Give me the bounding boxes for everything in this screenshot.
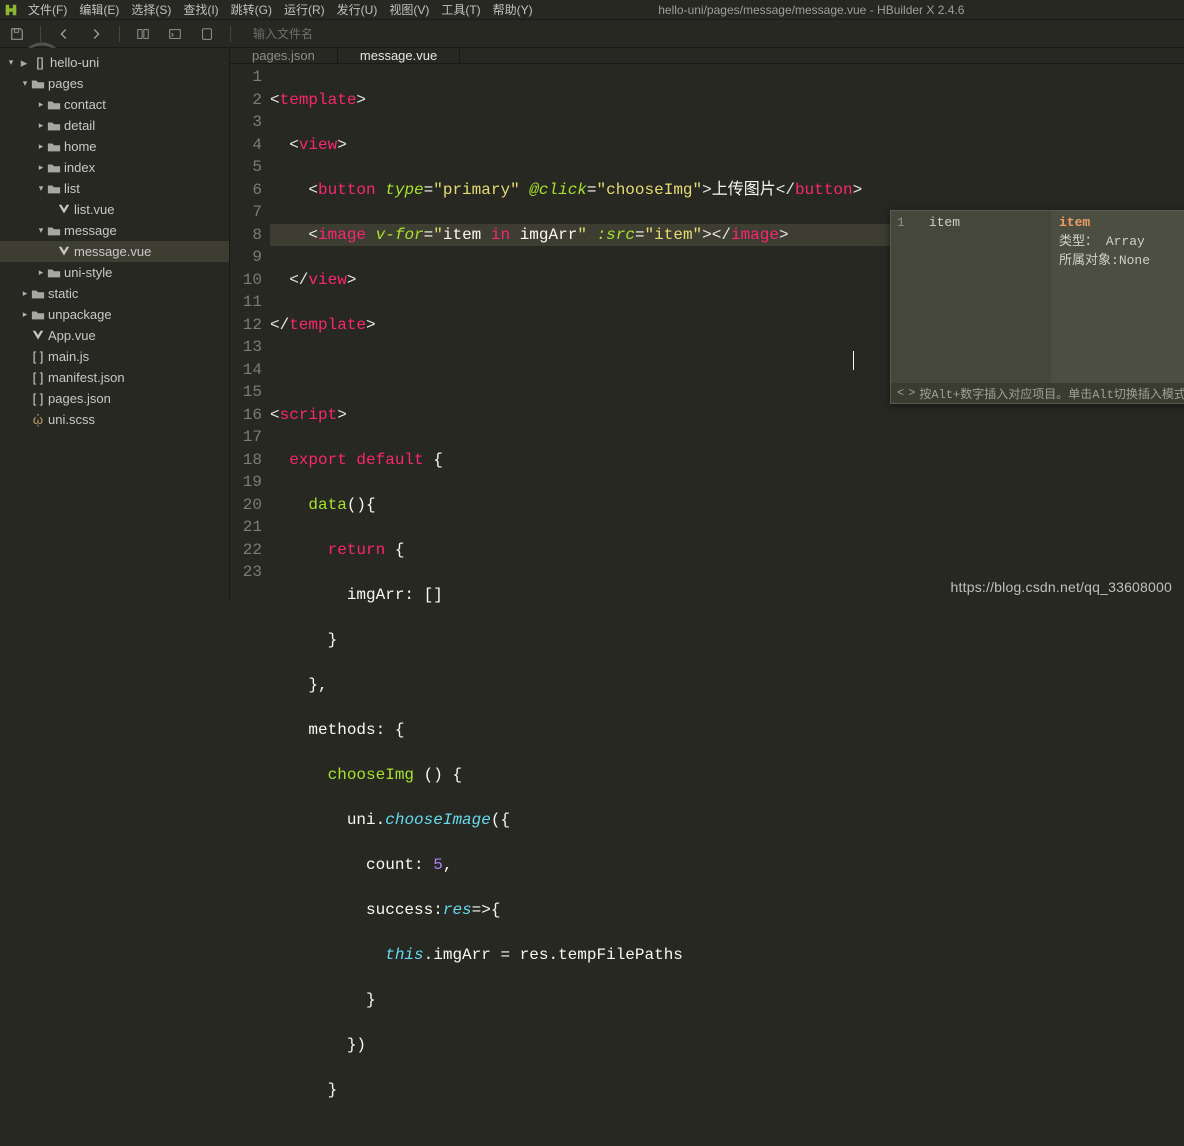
menu-view[interactable]: 视图(V) — [383, 1, 435, 18]
tree-folder-unistyle[interactable]: ▸uni-style — [0, 262, 229, 283]
autocomplete-hint: 按Alt+数字插入对应项目。单击Alt切换插入模式 — [919, 385, 1184, 402]
menu-release[interactable]: 发行(U) — [331, 1, 384, 18]
footer-url: https://blog.csdn.net/qq_33608000 — [951, 579, 1172, 595]
tab-bar: pages.json message.vue — [230, 48, 1184, 64]
autocomplete-list[interactable]: 1 item — [891, 211, 1051, 383]
editor-panel: pages.json message.vue 12345678910111213… — [230, 48, 1184, 601]
tree-folder-list[interactable]: ▾list — [0, 178, 229, 199]
tree-file-uniscss[interactable]: ᾠuni.scss — [0, 409, 229, 430]
autocomplete-item[interactable]: 1 item — [897, 215, 1045, 230]
terminal-icon[interactable] — [166, 25, 184, 43]
preview-icon[interactable] — [198, 25, 216, 43]
tree-root[interactable]: ▾▸[]hello-uni — [0, 52, 229, 73]
menu-find[interactable]: 查找(I) — [177, 1, 224, 18]
menu-help[interactable]: 帮助(Y) — [487, 1, 539, 18]
menu-edit[interactable]: 编辑(E) — [73, 1, 125, 18]
forward-icon[interactable] — [87, 25, 105, 43]
tree-folder-message[interactable]: ▾message — [0, 220, 229, 241]
tree-file-mainjs[interactable]: [ ]main.js — [0, 346, 229, 367]
menu-tools[interactable]: 工具(T) — [435, 1, 486, 18]
tab-messagevue[interactable]: message.vue — [338, 48, 460, 63]
tree-folder-detail[interactable]: ▸detail — [0, 115, 229, 136]
back-icon[interactable] — [55, 25, 73, 43]
chevron-left-icon[interactable]: < — [897, 386, 904, 400]
tree-label: hello-uni — [50, 55, 99, 70]
autocomplete-detail: item 类型： Array 所属对象:None — [1051, 211, 1184, 383]
tree-folder-contact[interactable]: ▸contact — [0, 94, 229, 115]
menu-file[interactable]: 文件(F) — [22, 1, 73, 18]
tree-folder-index[interactable]: ▸index — [0, 157, 229, 178]
chevron-right-icon[interactable]: > — [908, 386, 915, 400]
toolbar: 输入文件名 — [0, 20, 1184, 48]
autocomplete-popup[interactable]: 1 item item 类型： Array 所属对象:None < > 按Alt… — [890, 210, 1184, 404]
menu-bar: 文件(F) 编辑(E) 选择(S) 查找(I) 跳转(G) 运行(R) 发行(U… — [0, 0, 1184, 20]
tab-pagesjson[interactable]: pages.json — [230, 48, 338, 63]
file-search-input[interactable]: 输入文件名 — [253, 25, 313, 42]
tree-file-pagesjson[interactable]: [ ]pages.json — [0, 388, 229, 409]
detail-name: item — [1059, 215, 1184, 230]
tree-folder-home[interactable]: ▸home — [0, 136, 229, 157]
tree-folder-unpackage[interactable]: ▸unpackage — [0, 304, 229, 325]
file-explorer: ▾▸[]hello-uni ▾pages ▸contact ▸detail ▸h… — [0, 48, 230, 601]
save-icon[interactable] — [8, 25, 26, 43]
autocomplete-footer: < > 按Alt+数字插入对应项目。单击Alt切换插入模式 — [891, 383, 1184, 403]
app-icon — [2, 2, 20, 18]
text-cursor — [853, 351, 854, 370]
menu-run[interactable]: 运行(R) — [278, 1, 331, 18]
tree-file-messagevue[interactable]: message.vue — [0, 241, 229, 262]
tree-file-listvue[interactable]: list.vue — [0, 199, 229, 220]
autocomplete-label: item — [929, 215, 960, 230]
line-gutter: 1234567891011121314151617181920212223 — [230, 64, 270, 1146]
window-title: hello-uni/pages/message/message.vue - HB… — [539, 3, 1084, 17]
autocomplete-index: 1 — [897, 215, 905, 230]
tree-file-appvue[interactable]: App.vue — [0, 325, 229, 346]
menu-select[interactable]: 选择(S) — [125, 1, 177, 18]
tree-folder-pages[interactable]: ▾pages — [0, 73, 229, 94]
explorer-icon[interactable] — [134, 25, 152, 43]
tree-folder-static[interactable]: ▸static — [0, 283, 229, 304]
menu-goto[interactable]: 跳转(G) — [225, 1, 278, 18]
tree-file-manifest[interactable]: [ ]manifest.json — [0, 367, 229, 388]
